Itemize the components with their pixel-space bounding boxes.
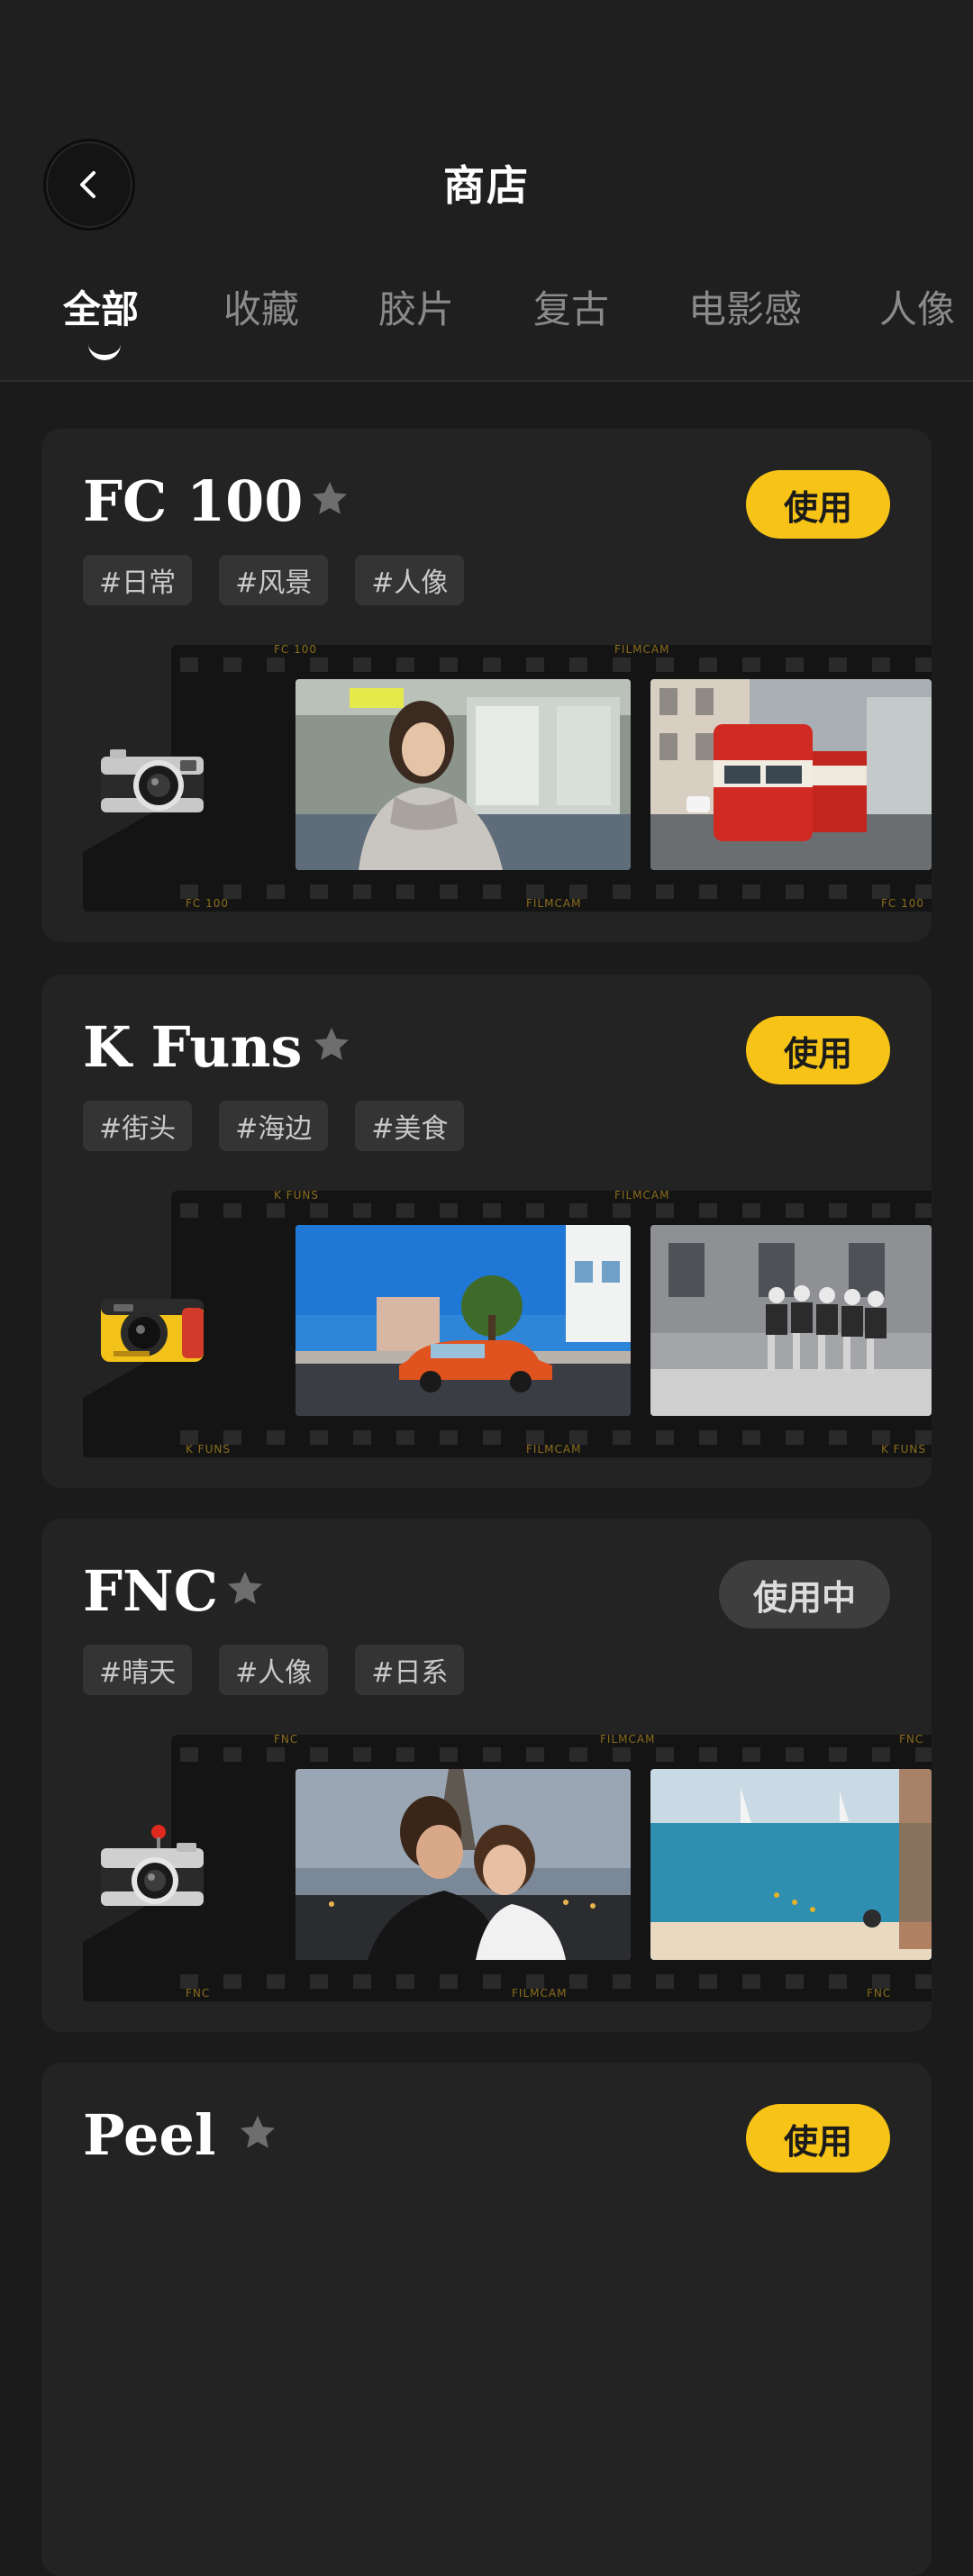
silver-compact-camera-icon — [101, 749, 204, 812]
use-button[interactable]: 使用 — [746, 2104, 890, 2172]
film-edge-label: FNC — [899, 1733, 924, 1746]
tab-all[interactable]: 全部 — [63, 279, 139, 334]
tag[interactable]: #人像 — [219, 1645, 329, 1695]
tag[interactable]: #人像 — [355, 555, 465, 605]
film-strip-preview: FNC FILMCAM FNC FNC FILMCAM FNC — [83, 1733, 932, 2001]
category-tabs: 全部 收藏 胶片 复古 电影感 人像 — [0, 279, 973, 351]
filter-name: K Funs — [83, 1014, 303, 1080]
film-edge-label: FILMCAM — [526, 897, 582, 910]
tab-retro[interactable]: 复古 — [533, 279, 609, 334]
header: 商店 全部 收藏 胶片 复古 电影感 人像 — [0, 0, 973, 382]
friends-sitting-on-wall-photo — [650, 1225, 932, 1416]
red-vintage-car-photo — [296, 1225, 631, 1416]
beach-sea-photo — [650, 1769, 932, 1960]
film-edge-label: FILMCAM — [600, 1733, 656, 1746]
star-icon[interactable] — [308, 477, 351, 521]
film-strip-preview: FC 100 FILMCAM FC 100 FILMCAM FC 100 — [83, 643, 932, 912]
film-edge-label: FNC — [186, 1987, 211, 2000]
woman-on-train-photo — [296, 679, 631, 870]
active-tab-indicator — [88, 342, 121, 360]
use-button[interactable]: 使用 — [746, 470, 890, 539]
tag[interactable]: #日常 — [83, 555, 193, 605]
tag[interactable]: #街头 — [83, 1101, 193, 1151]
tag-list: #街头 #海边 #美食 — [83, 1101, 465, 1151]
star-icon[interactable] — [236, 2111, 279, 2154]
tag[interactable]: #日系 — [355, 1645, 465, 1695]
filter-name: FC 100 — [83, 468, 304, 534]
filter-card-fnc[interactable]: FNC 使用中 #晴天 #人像 #日系 FNC FILMCAM FNC FNC … — [41, 1519, 932, 2032]
film-edge-label: K FUNS — [186, 1443, 231, 1456]
film-edge-label: FNC — [274, 1733, 299, 1746]
header-divider — [0, 380, 973, 382]
filter-card-kfuns[interactable]: K Funs 使用 #街头 #海边 #美食 K FUNS FILMCAM K F… — [41, 975, 932, 1488]
star-icon[interactable] — [223, 1567, 267, 1610]
film-edge-label: FNC — [867, 1987, 892, 2000]
tab-portrait[interactable]: 人像 — [879, 279, 955, 334]
film-edge-label: FILMCAM — [512, 1987, 568, 2000]
film-edge-label: K FUNS — [881, 1443, 926, 1456]
film-strip-preview: K FUNS FILMCAM K FUNS FILMCAM K FUNS — [83, 1189, 932, 1457]
tag-list: #晴天 #人像 #日系 — [83, 1645, 465, 1695]
use-button[interactable]: 使用 — [746, 1016, 890, 1084]
couple-eiffel-tower-photo — [296, 1769, 631, 1960]
tag[interactable]: #美食 — [355, 1101, 465, 1151]
silver-rangefinder-camera-icon — [101, 1825, 204, 1906]
filter-name: FNC — [83, 1558, 219, 1624]
sprocket-holes — [171, 658, 932, 672]
star-icon[interactable] — [310, 1023, 353, 1066]
film-edge-label: FILMCAM — [526, 1443, 582, 1456]
tab-favorites[interactable]: 收藏 — [223, 279, 299, 334]
tab-film[interactable]: 胶片 — [378, 279, 454, 334]
tag-list: #日常 #风景 #人像 — [83, 555, 465, 605]
in-use-button[interactable]: 使用中 — [719, 1560, 890, 1628]
sprocket-holes — [171, 1747, 932, 1762]
page-title: 商店 — [443, 161, 530, 210]
filter-card-peel[interactable]: Peel 使用 — [41, 2063, 932, 2576]
film-edge-label: FC 100 — [186, 897, 229, 910]
filter-card-fc100[interactable]: FC 100 使用 #日常 #风景 #人像 FC 100 FILMCAM FC … — [41, 429, 932, 942]
film-edge-label: FILMCAM — [614, 1189, 670, 1202]
tag[interactable]: #海边 — [219, 1101, 329, 1151]
red-tram-photo — [650, 679, 932, 870]
film-edge-label: FC 100 — [274, 643, 317, 656]
yellow-disposable-camera-icon — [101, 1299, 204, 1362]
film-edge-label: FC 100 — [881, 897, 924, 910]
film-edge-label: K FUNS — [274, 1189, 319, 1202]
film-edge-label: FILMCAM — [614, 643, 670, 656]
sprocket-holes — [171, 1203, 932, 1218]
tag[interactable]: #风景 — [219, 555, 329, 605]
filter-name: Peel — [83, 2102, 216, 2168]
tag[interactable]: #晴天 — [83, 1645, 193, 1695]
tab-cinematic[interactable]: 电影感 — [688, 279, 802, 334]
